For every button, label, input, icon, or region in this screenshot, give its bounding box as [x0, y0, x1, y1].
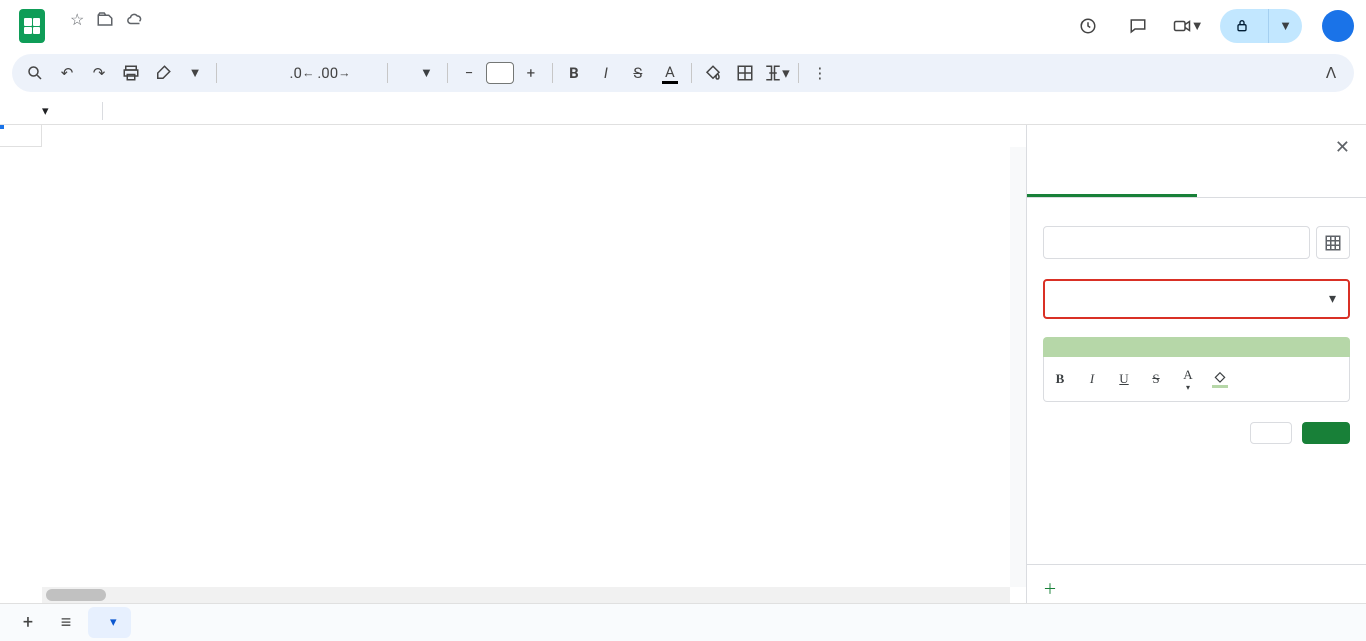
merge-icon[interactable]: ▾ — [762, 58, 792, 88]
style-italic-icon[interactable]: I — [1080, 367, 1104, 391]
style-bold-icon[interactable]: B — [1048, 367, 1072, 391]
star-icon[interactable]: ☆ — [70, 10, 84, 32]
close-icon[interactable]: ✕ — [1335, 137, 1350, 158]
text-color-icon[interactable]: A — [655, 58, 685, 88]
cloud-icon[interactable] — [126, 10, 144, 32]
menu-view[interactable] — [92, 34, 106, 42]
share-button[interactable] — [1220, 9, 1268, 43]
add-sheet-icon[interactable]: + — [12, 607, 44, 639]
cancel-button[interactable] — [1250, 422, 1292, 444]
zoom-select[interactable]: ▼ — [180, 58, 210, 88]
more-icon[interactable]: ⋮ — [805, 58, 835, 88]
name-box[interactable]: ▾ — [42, 104, 92, 119]
fill-color-icon[interactable] — [698, 58, 728, 88]
horizontal-scrollbar[interactable] — [42, 587, 1010, 603]
currency-icon[interactable] — [223, 58, 253, 88]
italic-icon[interactable]: I — [591, 58, 621, 88]
font-inc[interactable]: + — [516, 58, 546, 88]
range-select-icon[interactable] — [1316, 226, 1350, 259]
menu-tools[interactable] — [156, 34, 170, 42]
borders-icon[interactable] — [730, 58, 760, 88]
redo-icon[interactable]: ↷ — [84, 58, 114, 88]
spreadsheet-grid[interactable] — [0, 125, 1026, 603]
bold-icon[interactable]: B — [559, 58, 589, 88]
all-sheets-icon[interactable]: ≡ — [50, 607, 82, 639]
style-strike-icon[interactable]: S — [1144, 367, 1168, 391]
move-icon[interactable] — [96, 10, 114, 32]
meet-icon[interactable]: ▼ — [1170, 8, 1206, 44]
tab-single-color[interactable] — [1027, 170, 1197, 197]
menu-file[interactable] — [60, 34, 74, 42]
font-size-input[interactable] — [486, 62, 514, 84]
tab-color-scale[interactable] — [1197, 170, 1366, 197]
collapse-toolbar-icon[interactable]: ᐱ — [1316, 58, 1346, 88]
menu-extensions[interactable] — [172, 34, 186, 42]
percent-icon[interactable] — [255, 58, 285, 88]
font-select[interactable]: ▼ — [394, 65, 441, 81]
menu-format[interactable] — [124, 34, 138, 42]
menu-edit[interactable] — [76, 34, 90, 42]
dec-decimal-icon[interactable]: .0← — [287, 58, 317, 88]
print-icon[interactable] — [116, 58, 146, 88]
add-rule-button[interactable]: ＋ — [1027, 564, 1366, 603]
style-preview[interactable] — [1043, 337, 1350, 357]
app-logo[interactable] — [12, 6, 52, 46]
toolbar: ↶ ↷ ▼ .0← .00→ ▼ − + B I S A ▾ ⋮ ᐱ — [12, 54, 1354, 92]
chevron-down-icon: ▾ — [1329, 291, 1336, 307]
done-button[interactable] — [1302, 422, 1350, 444]
style-fill-color-icon[interactable] — [1208, 367, 1232, 391]
font-dec[interactable]: − — [454, 58, 484, 88]
search-icon[interactable] — [20, 58, 50, 88]
menu-help[interactable] — [188, 34, 202, 42]
menu-data[interactable] — [140, 34, 154, 42]
style-text-color-icon[interactable]: A▾ — [1176, 367, 1200, 391]
history-icon[interactable] — [1070, 8, 1106, 44]
share-dropdown[interactable]: ▼ — [1268, 9, 1302, 43]
comment-icon[interactable] — [1120, 8, 1156, 44]
undo-icon[interactable]: ↶ — [52, 58, 82, 88]
number-format[interactable] — [351, 58, 381, 88]
condition-select[interactable]: ▾ — [1043, 279, 1350, 319]
select-all-corner[interactable] — [0, 125, 42, 147]
menu-insert[interactable] — [108, 34, 122, 42]
conditional-format-sidebar: ✕ ▾ B I U S A▾ — [1026, 125, 1366, 603]
sheet-tab-1[interactable]: ▾ — [88, 607, 131, 638]
vertical-scrollbar[interactable] — [1010, 147, 1026, 587]
plus-icon: ＋ — [1043, 579, 1057, 599]
inc-decimal-icon[interactable]: .00→ — [319, 58, 349, 88]
avatar[interactable] — [1322, 10, 1354, 42]
range-input[interactable] — [1043, 226, 1310, 259]
style-underline-icon[interactable]: U — [1112, 367, 1136, 391]
paint-format-icon[interactable] — [148, 58, 178, 88]
strike-icon[interactable]: S — [623, 58, 653, 88]
